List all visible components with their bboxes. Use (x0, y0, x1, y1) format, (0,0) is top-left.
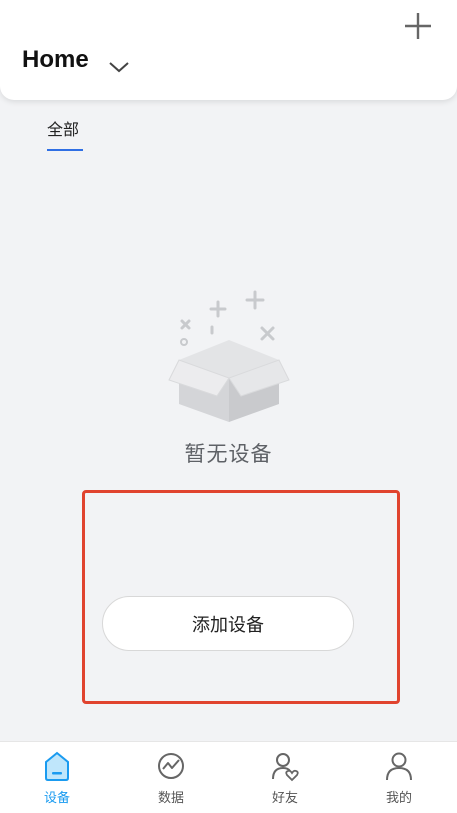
tab-all[interactable]: 全部 (47, 116, 79, 140)
home-selector-title[interactable]: Home (22, 46, 89, 74)
nav-item-data[interactable]: 数据 (114, 742, 228, 813)
empty-state-text: 暂无设备 (184, 442, 273, 466)
chevron-down-icon[interactable] (108, 58, 130, 76)
tab-active-indicator (47, 149, 83, 151)
empty-box-icon (168, 290, 290, 422)
device-tabs: 全部 (0, 110, 457, 155)
top-header: Home (0, 0, 457, 100)
data-chart-icon (158, 753, 184, 779)
profile-icon (386, 752, 412, 781)
nav-label-data: 数据 (157, 791, 184, 806)
nav-item-profile[interactable]: 我的 (342, 742, 456, 813)
friends-icon (272, 753, 299, 782)
nav-label-devices: 设备 (43, 791, 70, 806)
plus-icon[interactable] (402, 10, 434, 42)
add-device-button[interactable]: 添加设备 (102, 596, 354, 651)
nav-label-friends: 好友 (271, 791, 298, 806)
nav-label-profile: 我的 (385, 791, 412, 806)
nav-item-devices[interactable]: 设备 (0, 742, 114, 813)
bottom-navigation: 设备 数据 好友 我的 (0, 741, 457, 813)
nav-item-friends[interactable]: 好友 (228, 742, 342, 813)
home-device-icon (45, 751, 69, 781)
